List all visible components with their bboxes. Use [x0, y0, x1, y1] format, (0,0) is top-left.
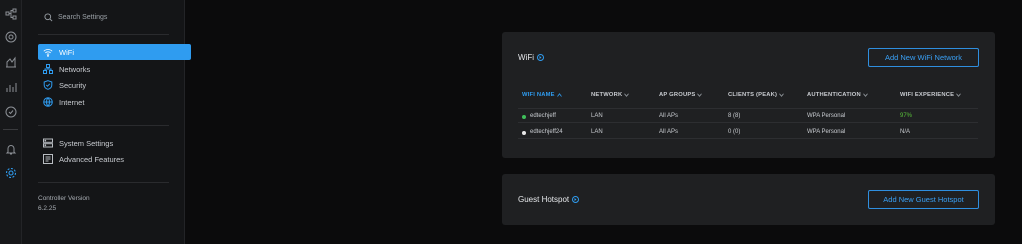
divider [38, 34, 169, 35]
controller-version-label: Controller Version [38, 195, 90, 202]
controller-version-value: 6.2.25 [38, 205, 57, 212]
topology-icon[interactable] [3, 6, 19, 22]
wifi-card-title: WiFi [518, 53, 544, 62]
icon-rail [0, 0, 22, 244]
cell-wifi-experience: N/A [900, 129, 911, 135]
insights-icon[interactable] [3, 79, 19, 95]
sidebar-item-security[interactable]: Security [38, 77, 191, 93]
info-icon[interactable] [537, 54, 544, 61]
divider [38, 182, 169, 183]
sidebar-item-networks[interactable]: Networks [38, 61, 191, 77]
cell-wifi-experience: 97% [900, 113, 913, 119]
column-header-wifi-name[interactable]: WIFI NAME [522, 92, 562, 98]
sort-asc-icon [556, 93, 562, 97]
column-header-authentication[interactable]: AUTHENTICATION [807, 92, 868, 98]
cell-authentication: WPA Personal [807, 113, 846, 119]
chevron-down-icon [863, 93, 868, 97]
guest-hotspot-card-title: Guest Hotspot [518, 195, 580, 204]
sidebar-item-label: Security [59, 80, 87, 90]
cell-wifi-name: edtechjeff24 [530, 129, 563, 135]
sidebar-item-label: Networks [59, 64, 91, 74]
card-title-text: Guest Hotspot [518, 195, 570, 204]
cell-ap-groups: All APs [659, 113, 679, 119]
divider [38, 125, 169, 126]
cell-authentication: WPA Personal [807, 129, 846, 135]
sidebar-item-label: System Settings [59, 138, 114, 148]
chevron-down-icon [956, 93, 962, 97]
sidebar-item-label: Advanced Features [59, 154, 125, 164]
bell-icon[interactable] [3, 141, 19, 157]
sidebar-item-label: WiFi [59, 47, 74, 57]
sidebar-item-label: Internet [59, 97, 85, 107]
info-icon[interactable] [572, 196, 580, 203]
column-header-ap-groups[interactable]: AP GROUPS [659, 92, 703, 98]
chevron-down-icon [779, 93, 784, 97]
shield-icon[interactable] [3, 104, 19, 120]
table-header-divider [518, 108, 978, 109]
table-row[interactable]: edtechjeff24 LAN All APs 0 (0) WPA Perso… [518, 126, 978, 139]
advanced-icon [43, 154, 53, 164]
sidebar-item-wifi[interactable]: WiFi [38, 44, 191, 60]
sidebar-item-internet[interactable]: Internet [38, 94, 191, 110]
globe-icon [43, 97, 53, 107]
column-header-network[interactable]: NETWORK [591, 92, 630, 98]
wifi-card: WiFi Add New WiFi Network WIFI NAME NETW… [502, 32, 995, 158]
cell-network: LAN [591, 129, 603, 135]
status-offline-icon [522, 131, 526, 135]
sidebar-item-advanced-features[interactable]: Advanced Features [38, 151, 191, 167]
guest-hotspot-card: Guest Hotspot Add New Guest Hotspot [502, 174, 995, 225]
chevron-down-icon [624, 93, 630, 97]
rail-divider [3, 129, 18, 130]
sidebar-item-system-settings[interactable]: System Settings [38, 135, 191, 151]
settings-gear-icon[interactable] [3, 165, 19, 181]
status-online-icon [522, 115, 526, 119]
column-header-wifi-experience[interactable]: WIFI EXPERIENCE [900, 92, 962, 98]
search-input[interactable]: Search Settings [58, 14, 107, 21]
system-icon [43, 138, 53, 148]
column-header-clients-peak[interactable]: CLIENTS (PEAK) [728, 92, 784, 98]
cell-ap-groups: All APs [659, 129, 679, 135]
networks-icon [43, 64, 53, 74]
card-title-text: WiFi [518, 53, 534, 62]
cell-wifi-name: edtechjeff [530, 113, 556, 119]
cell-clients: 8 (8) [728, 113, 741, 119]
wifi-icon [43, 48, 53, 57]
add-guest-hotspot-button[interactable]: Add New Guest Hotspot [868, 190, 979, 209]
statistics-icon[interactable] [3, 54, 19, 70]
add-wifi-network-button[interactable]: Add New WiFi Network [868, 48, 979, 67]
cell-clients: 0 (0) [728, 129, 741, 135]
search-settings[interactable]: Search Settings [44, 11, 107, 23]
devices-icon[interactable] [3, 29, 19, 45]
search-icon [44, 12, 53, 21]
shield-icon [43, 80, 53, 90]
table-row[interactable]: edtechjeff LAN All APs 8 (8) WPA Persona… [518, 110, 978, 123]
chevron-down-icon [697, 93, 703, 97]
cell-network: LAN [591, 113, 603, 119]
settings-sidebar: Search Settings WiFi Networks Security I… [22, 0, 191, 244]
